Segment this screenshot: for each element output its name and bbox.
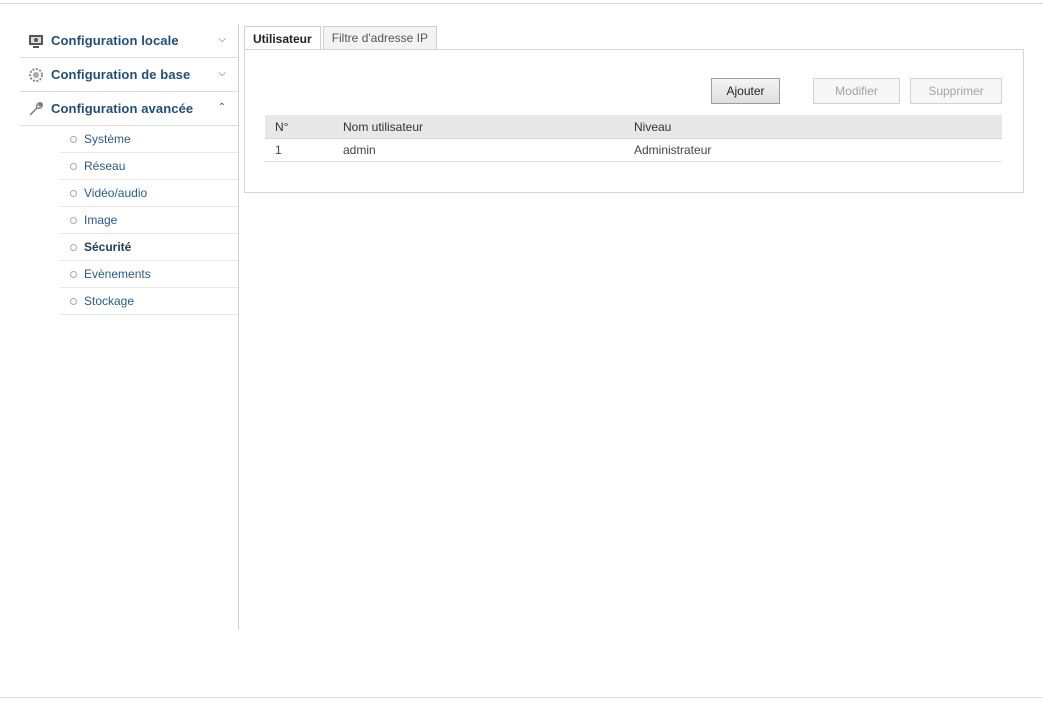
users-table: N° Nom utilisateur Niveau 1 admin Admini… [265,115,1002,162]
bullet-icon [70,243,77,251]
chevron-down-icon: ⌵ [218,34,226,45]
bottom-divider [0,697,1043,698]
sidebar-item-video-audio[interactable]: Vidéo/audio [60,180,238,207]
sidebar-item-systeme[interactable]: Système [60,126,238,153]
menu-label: Configuration de base [51,67,191,82]
sidebar: Configuration locale ⌵ Configuration de … [20,24,239,630]
menu-configuration-avancee[interactable]: Configuration avancée ⌃ [20,92,238,126]
menu-configuration-de-base[interactable]: Configuration de base ⌵ [20,58,238,92]
bullet-icon [70,135,77,143]
menu-configuration-locale[interactable]: Configuration locale ⌵ [20,24,238,58]
advanced-submenu: Système Réseau Vidéo/audio Image Sécurit… [20,126,238,315]
top-divider [0,3,1043,4]
menu-label: Configuration locale [51,33,179,48]
delete-button[interactable]: Supprimer [910,78,1002,104]
sidebar-item-securite[interactable]: Sécurité [60,234,238,261]
cell-number: 1 [265,138,333,162]
sidebar-item-label: Image [84,213,118,227]
tab-utilisateur[interactable]: Utilisateur [244,26,321,50]
menu-label: Configuration avancée [51,101,194,116]
table-row[interactable]: 1 admin Administrateur [265,138,1002,162]
chevron-down-icon: ⌵ [218,68,226,79]
column-header-level: Niveau [624,115,1002,139]
gear-icon [28,67,44,83]
sidebar-item-evenements[interactable]: Evènements [60,261,238,288]
bullet-icon [70,162,77,170]
sidebar-item-stockage[interactable]: Stockage [60,288,238,315]
chevron-up-icon: ⌃ [217,102,226,113]
add-button[interactable]: Ajouter [711,78,780,104]
table-header-row: N° Nom utilisateur Niveau [265,115,1002,139]
cell-username: admin [333,138,624,162]
tab-filtre-adresse-ip[interactable]: Filtre d'adresse IP [322,26,438,49]
bullet-icon [70,216,77,224]
sidebar-item-label: Sécurité [84,240,132,254]
monitor-icon [28,33,44,49]
bullet-icon [70,270,77,278]
column-header-username: Nom utilisateur [333,115,624,139]
sidebar-item-label: Vidéo/audio [84,186,148,200]
edit-button[interactable]: Modifier [813,78,900,104]
sidebar-item-label: Evènements [84,267,151,281]
wrench-icon [28,101,44,117]
sidebar-item-label: Système [84,132,131,146]
bullet-icon [70,297,77,305]
user-panel: Ajouter Modifier Supprimer N° Nom utilis… [244,49,1024,193]
tab-bar: Utilisateur Filtre d'adresse IP [244,26,439,50]
sidebar-item-label: Stockage [84,294,135,308]
sidebar-item-label: Réseau [84,159,126,173]
sidebar-item-image[interactable]: Image [60,207,238,234]
cell-level: Administrateur [624,138,1002,162]
column-header-number: N° [265,115,333,139]
sidebar-item-reseau[interactable]: Réseau [60,153,238,180]
bullet-icon [70,189,77,197]
